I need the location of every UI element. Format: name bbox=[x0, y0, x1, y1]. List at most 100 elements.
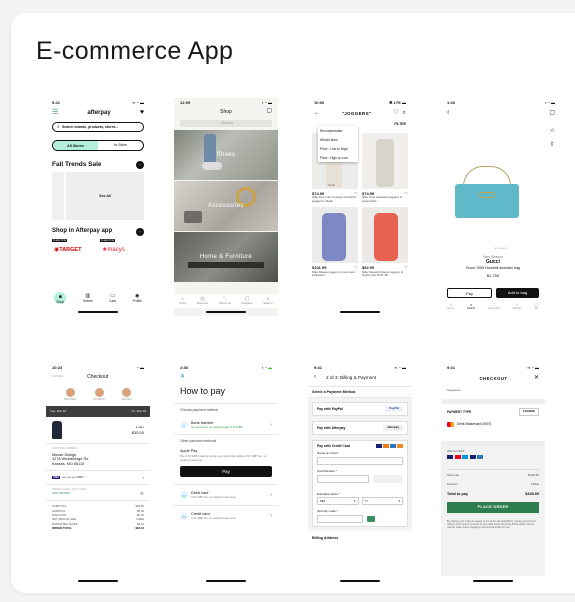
store-tile-macys[interactable]: In-app Only ★ macys bbox=[100, 238, 144, 259]
step-dot bbox=[66, 388, 76, 398]
nav-shop[interactable]: ■ Shop bbox=[54, 292, 67, 304]
nav-orders[interactable]: ▥ Orders bbox=[83, 293, 93, 303]
search-query: "JOGGERS" bbox=[341, 110, 372, 116]
order-summary: SUBTOTAL $30.00 SHIPPING $5.00 DISCOUNT -$5… bbox=[46, 501, 150, 533]
menu-icon[interactable]: ☰ bbox=[52, 109, 58, 118]
category-tile-home[interactable]: Home & Furniture bbox=[174, 232, 278, 283]
nav-me[interactable]: ◯ Me bbox=[534, 302, 538, 310]
sale-tag: SALE bbox=[328, 183, 336, 188]
nav-search[interactable]: ⌕ Search bbox=[263, 296, 273, 306]
heart-icon[interactable]: ♡ bbox=[404, 191, 408, 196]
arrow-right-icon[interactable]: › bbox=[136, 227, 144, 236]
filter-button[interactable]: FILTER bbox=[394, 122, 406, 126]
nav-shop[interactable]: ⌂ Shop bbox=[179, 296, 186, 306]
store-tile-target[interactable]: In-app Only ◉ TARGET bbox=[52, 238, 96, 259]
place-order-button[interactable]: PLACE ORDER bbox=[447, 501, 539, 513]
arrow-right-icon[interactable]: › bbox=[136, 160, 144, 169]
payment-card-row[interactable]: VISA •••• •••• •••• 9047 › bbox=[46, 471, 150, 484]
back-chevron-icon[interactable]: ‹ bbox=[314, 374, 316, 382]
search-bar[interactable]: ⌕ Search brands, products, stores... bbox=[52, 121, 144, 132]
nav-search[interactable]: ⌕ Search bbox=[467, 302, 475, 310]
search-input: Search brands, products, stores... bbox=[61, 124, 119, 129]
afterpay-option[interactable]: Pay with Afterpay afterpay bbox=[312, 420, 408, 435]
back-arrow-icon[interactable]: ← bbox=[314, 110, 320, 118]
search-icon[interactable]: ⌕ bbox=[403, 110, 406, 118]
credit-card-option[interactable]: Pay with Credit Card Name on Card * Card… bbox=[312, 439, 408, 528]
apple-pay-button[interactable]: Pay bbox=[447, 288, 492, 298]
see-all-tile[interactable]: See All bbox=[66, 171, 144, 220]
cancel-link[interactable]: CANCEL bbox=[52, 374, 63, 378]
step-label: REVIEW bbox=[121, 398, 132, 402]
tab-all-stores[interactable]: All Stores bbox=[53, 140, 98, 150]
close-icon[interactable]: ✕ bbox=[174, 372, 278, 384]
nav-register[interactable]: ▢ Register bbox=[242, 296, 253, 306]
card-number-input[interactable] bbox=[317, 474, 369, 483]
category-tile-accessories[interactable]: Accessories bbox=[174, 181, 278, 232]
security-code-input[interactable] bbox=[317, 515, 363, 524]
sort-option[interactable]: Recommended bbox=[318, 126, 358, 135]
promo-image[interactable] bbox=[52, 171, 64, 220]
nav-wishlist[interactable]: ☆ Wishlist bbox=[513, 302, 522, 310]
field-label: Card Number * bbox=[317, 468, 338, 473]
step-review[interactable]: REVIEW bbox=[122, 388, 132, 401]
in-app-badge: In-app Only bbox=[52, 238, 68, 243]
product-card[interactable]: $74.99 ♡ Nike crew sweatsuit joggers in p… bbox=[362, 132, 408, 204]
bag-icon[interactable]: ▢ bbox=[549, 110, 555, 118]
afterpay-logo: afterpay bbox=[383, 425, 403, 431]
product-card[interactable]: $101.99 ♡ Nike Fleece joggers in navy and… bbox=[312, 207, 358, 278]
nav-profile[interactable]: ◉ Profile bbox=[133, 293, 142, 303]
choose-method-label: Choose payment method bbox=[180, 407, 218, 412]
apple-pay-label: Pay bbox=[222, 469, 230, 475]
month-select[interactable]: MM ▾ bbox=[317, 497, 359, 506]
nav-card[interactable]: ▭ Card bbox=[109, 293, 116, 303]
nav-label: Card bbox=[109, 299, 117, 304]
sort-option[interactable]: What's New bbox=[318, 135, 358, 144]
debit-card-option[interactable]: ▭ Debit card 0.31 GBP fee, so recipient g… bbox=[174, 485, 278, 505]
category-label: Home & Furniture bbox=[199, 254, 253, 261]
sort-option[interactable]: Price : Low to High bbox=[318, 144, 358, 153]
plus-circle-icon[interactable]: ⊕ bbox=[140, 491, 144, 497]
chevron-right-icon: › bbox=[270, 492, 272, 499]
name-on-card-input[interactable] bbox=[317, 456, 403, 465]
share-icon[interactable]: ⇧ bbox=[550, 138, 555, 152]
product-image bbox=[362, 207, 408, 264]
apple-pay-button[interactable]: Pay bbox=[180, 466, 272, 478]
step-delivery[interactable]: DELIVERY bbox=[64, 388, 77, 401]
status-time: 9:41 bbox=[52, 100, 61, 105]
nav-label: Discover bbox=[196, 301, 209, 306]
store-name-target: TARGET bbox=[59, 247, 82, 254]
tab-in-store[interactable]: In-Store bbox=[98, 141, 143, 150]
total-value: $348.99 bbox=[525, 491, 539, 496]
bag-icon[interactable]: ▢ bbox=[266, 108, 272, 116]
chevron-right-icon: › bbox=[270, 421, 272, 428]
total-key: Total to pay bbox=[447, 491, 469, 496]
bank-transfer-option[interactable]: ⌂ Bank transfer No extra fees, so recipie… bbox=[174, 416, 278, 434]
sort-option[interactable]: Price : High to Low bbox=[318, 153, 358, 162]
search-input[interactable]: ⌕ Search bbox=[180, 120, 272, 128]
credit-card-option[interactable]: ▭ Credit card 0.31 GBP fee, so recipient … bbox=[174, 506, 278, 526]
nav-favourites[interactable]: ♡ Favourites bbox=[488, 302, 500, 310]
step-payment[interactable]: PAYMENT bbox=[93, 388, 105, 401]
back-chevron-icon[interactable]: ‹ bbox=[447, 109, 449, 118]
summary-key: ORDER TOTAL bbox=[52, 526, 72, 531]
paypal-option[interactable]: Pay with PayPal PayPal bbox=[312, 401, 408, 416]
add-to-bag-button[interactable]: Add to bag bbox=[496, 288, 539, 298]
year-select[interactable]: YY ▾ bbox=[361, 497, 403, 506]
heart-icon[interactable]: ♡ bbox=[404, 265, 408, 270]
add-promo-link[interactable]: ADD PROMO bbox=[52, 492, 71, 496]
nav-wishlist[interactable]: ♡ Wish List bbox=[219, 296, 231, 306]
nav-home[interactable]: ⌂ Home bbox=[447, 302, 454, 310]
change-button[interactable]: CHANGE bbox=[518, 408, 539, 416]
card-label: Debit Mastercard (0637) bbox=[457, 422, 492, 427]
nav-discover[interactable]: ◎ Discover bbox=[197, 296, 209, 306]
we-accept-label: WE ACCEPT: bbox=[447, 448, 466, 453]
signal-icon: ▪▪ ◔ ▬ bbox=[394, 365, 406, 370]
product-name: Gucci 1955 Horsebit shoulder bag bbox=[465, 265, 521, 270]
carousel-dots[interactable]: ● ● ● ● ● bbox=[441, 246, 561, 251]
heart-icon[interactable]: ♥ bbox=[140, 109, 144, 118]
category-tile-shoes[interactable]: Shoes bbox=[174, 130, 278, 181]
heart-icon[interactable]: ♡ bbox=[393, 110, 398, 118]
close-icon[interactable]: ✕ bbox=[534, 375, 539, 383]
star-icon[interactable]: ☆ bbox=[550, 124, 555, 138]
product-card[interactable]: $92.99 ♡ Nike Swoosh Fleece joggers in br… bbox=[362, 207, 408, 278]
